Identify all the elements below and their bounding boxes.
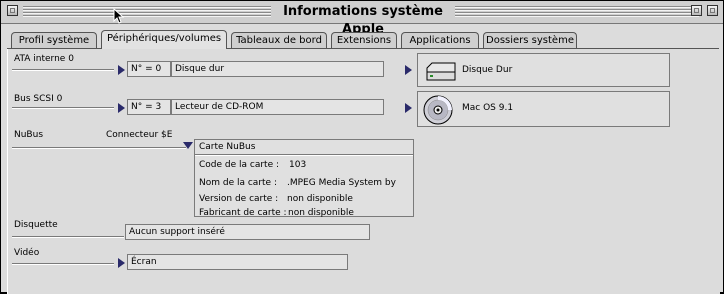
tab-dossiers-systeme[interactable]: Dossiers système <box>483 32 577 48</box>
tab-applications[interactable]: Applications <box>401 32 479 48</box>
tab-profil-systeme[interactable]: Profil système <box>11 32 97 48</box>
nubus-card-name-label: Nom de la carte : <box>199 178 277 188</box>
zoom-box-icon[interactable] <box>691 5 702 16</box>
scsi-device-type: Lecteur de CD-ROM <box>171 99 384 115</box>
nubus-card-manufacturer-value: non disponible <box>288 208 354 218</box>
scsi-volume-disclosure-triangle-icon[interactable] <box>405 103 412 113</box>
nubus-separator <box>12 147 104 149</box>
window-title: Informations système Apple <box>271 3 455 37</box>
title-bar[interactable]: Informations système Apple <box>1 1 723 37</box>
collapse-box-icon[interactable] <box>707 5 718 16</box>
nubus-card-title-separator <box>195 154 413 156</box>
close-box-icon[interactable] <box>7 5 18 16</box>
nubus-connector-separator <box>104 147 186 149</box>
tab-tableaux-de-bord[interactable]: Tableaux de bord <box>231 32 327 48</box>
scsi-disclosure-triangle-icon[interactable] <box>118 103 125 113</box>
video-section-label: Vidéo <box>14 248 40 258</box>
hard-drive-icon <box>426 62 456 81</box>
scsi-section-label: Bus SCSI 0 <box>14 94 63 104</box>
ata-disclosure-triangle-icon[interactable] <box>118 65 125 75</box>
scsi-device-number: N° = 3 <box>127 99 171 115</box>
floppy-separator <box>12 236 124 238</box>
nubus-card-name-value: .MPEG Media System by <box>287 178 396 188</box>
nubus-disclosure-triangle-icon[interactable] <box>183 142 193 149</box>
window: Informations système Apple Profil systèm… <box>0 0 724 294</box>
nubus-connector-label: Connecteur $E <box>106 130 173 140</box>
nubus-card-code-label: Code de la carte : <box>199 160 280 170</box>
nubus-section-label: NuBus <box>14 130 44 140</box>
video-display-field: Écran <box>127 254 348 270</box>
nubus-card-version-label: Version de carte : <box>199 194 279 204</box>
ata-volume-disclosure-triangle-icon[interactable] <box>405 65 412 75</box>
floppy-status-field: Aucun support inséré <box>125 224 370 240</box>
cd-rom-disc-icon <box>423 95 453 125</box>
tab-peripheriques-volumes[interactable]: Périphériques/volumes <box>101 30 227 49</box>
ata-volume-name: Disque Dur <box>462 65 513 75</box>
ata-device-type: Disque dur <box>171 61 384 77</box>
floppy-section-label: Disquette <box>14 220 58 230</box>
ata-section-label: ATA interne 0 <box>14 54 74 64</box>
tab-extensions[interactable]: Extensions <box>331 32 397 48</box>
nubus-card-version-value: non disponible <box>287 194 353 204</box>
scsi-volume-name: Mac OS 9.1 <box>462 103 514 113</box>
nubus-card-manufacturer-label: Fabricant de carte : <box>199 208 287 218</box>
devices-panel: ATA interne 0 N° = 0 Disque dur Disque D… <box>7 49 720 294</box>
nubus-card-code-value: 103 <box>289 160 307 170</box>
nubus-card-box: Carte NuBus Code de la carte : 103 Nom d… <box>194 139 414 218</box>
ata-device-number: N° = 0 <box>127 61 171 77</box>
mouse-pointer-icon <box>113 8 125 24</box>
tab-bar: Profil système Périphériques/volumes Tab… <box>1 25 723 49</box>
nubus-card-title: Carte NuBus <box>199 142 256 152</box>
scsi-separator <box>12 107 114 109</box>
video-disclosure-triangle-icon[interactable] <box>118 258 125 268</box>
scsi-volume-box: Mac OS 9.1 <box>417 91 670 127</box>
ata-volume-box: Disque Dur <box>417 53 670 87</box>
video-separator <box>12 263 114 265</box>
ata-separator <box>12 69 114 71</box>
